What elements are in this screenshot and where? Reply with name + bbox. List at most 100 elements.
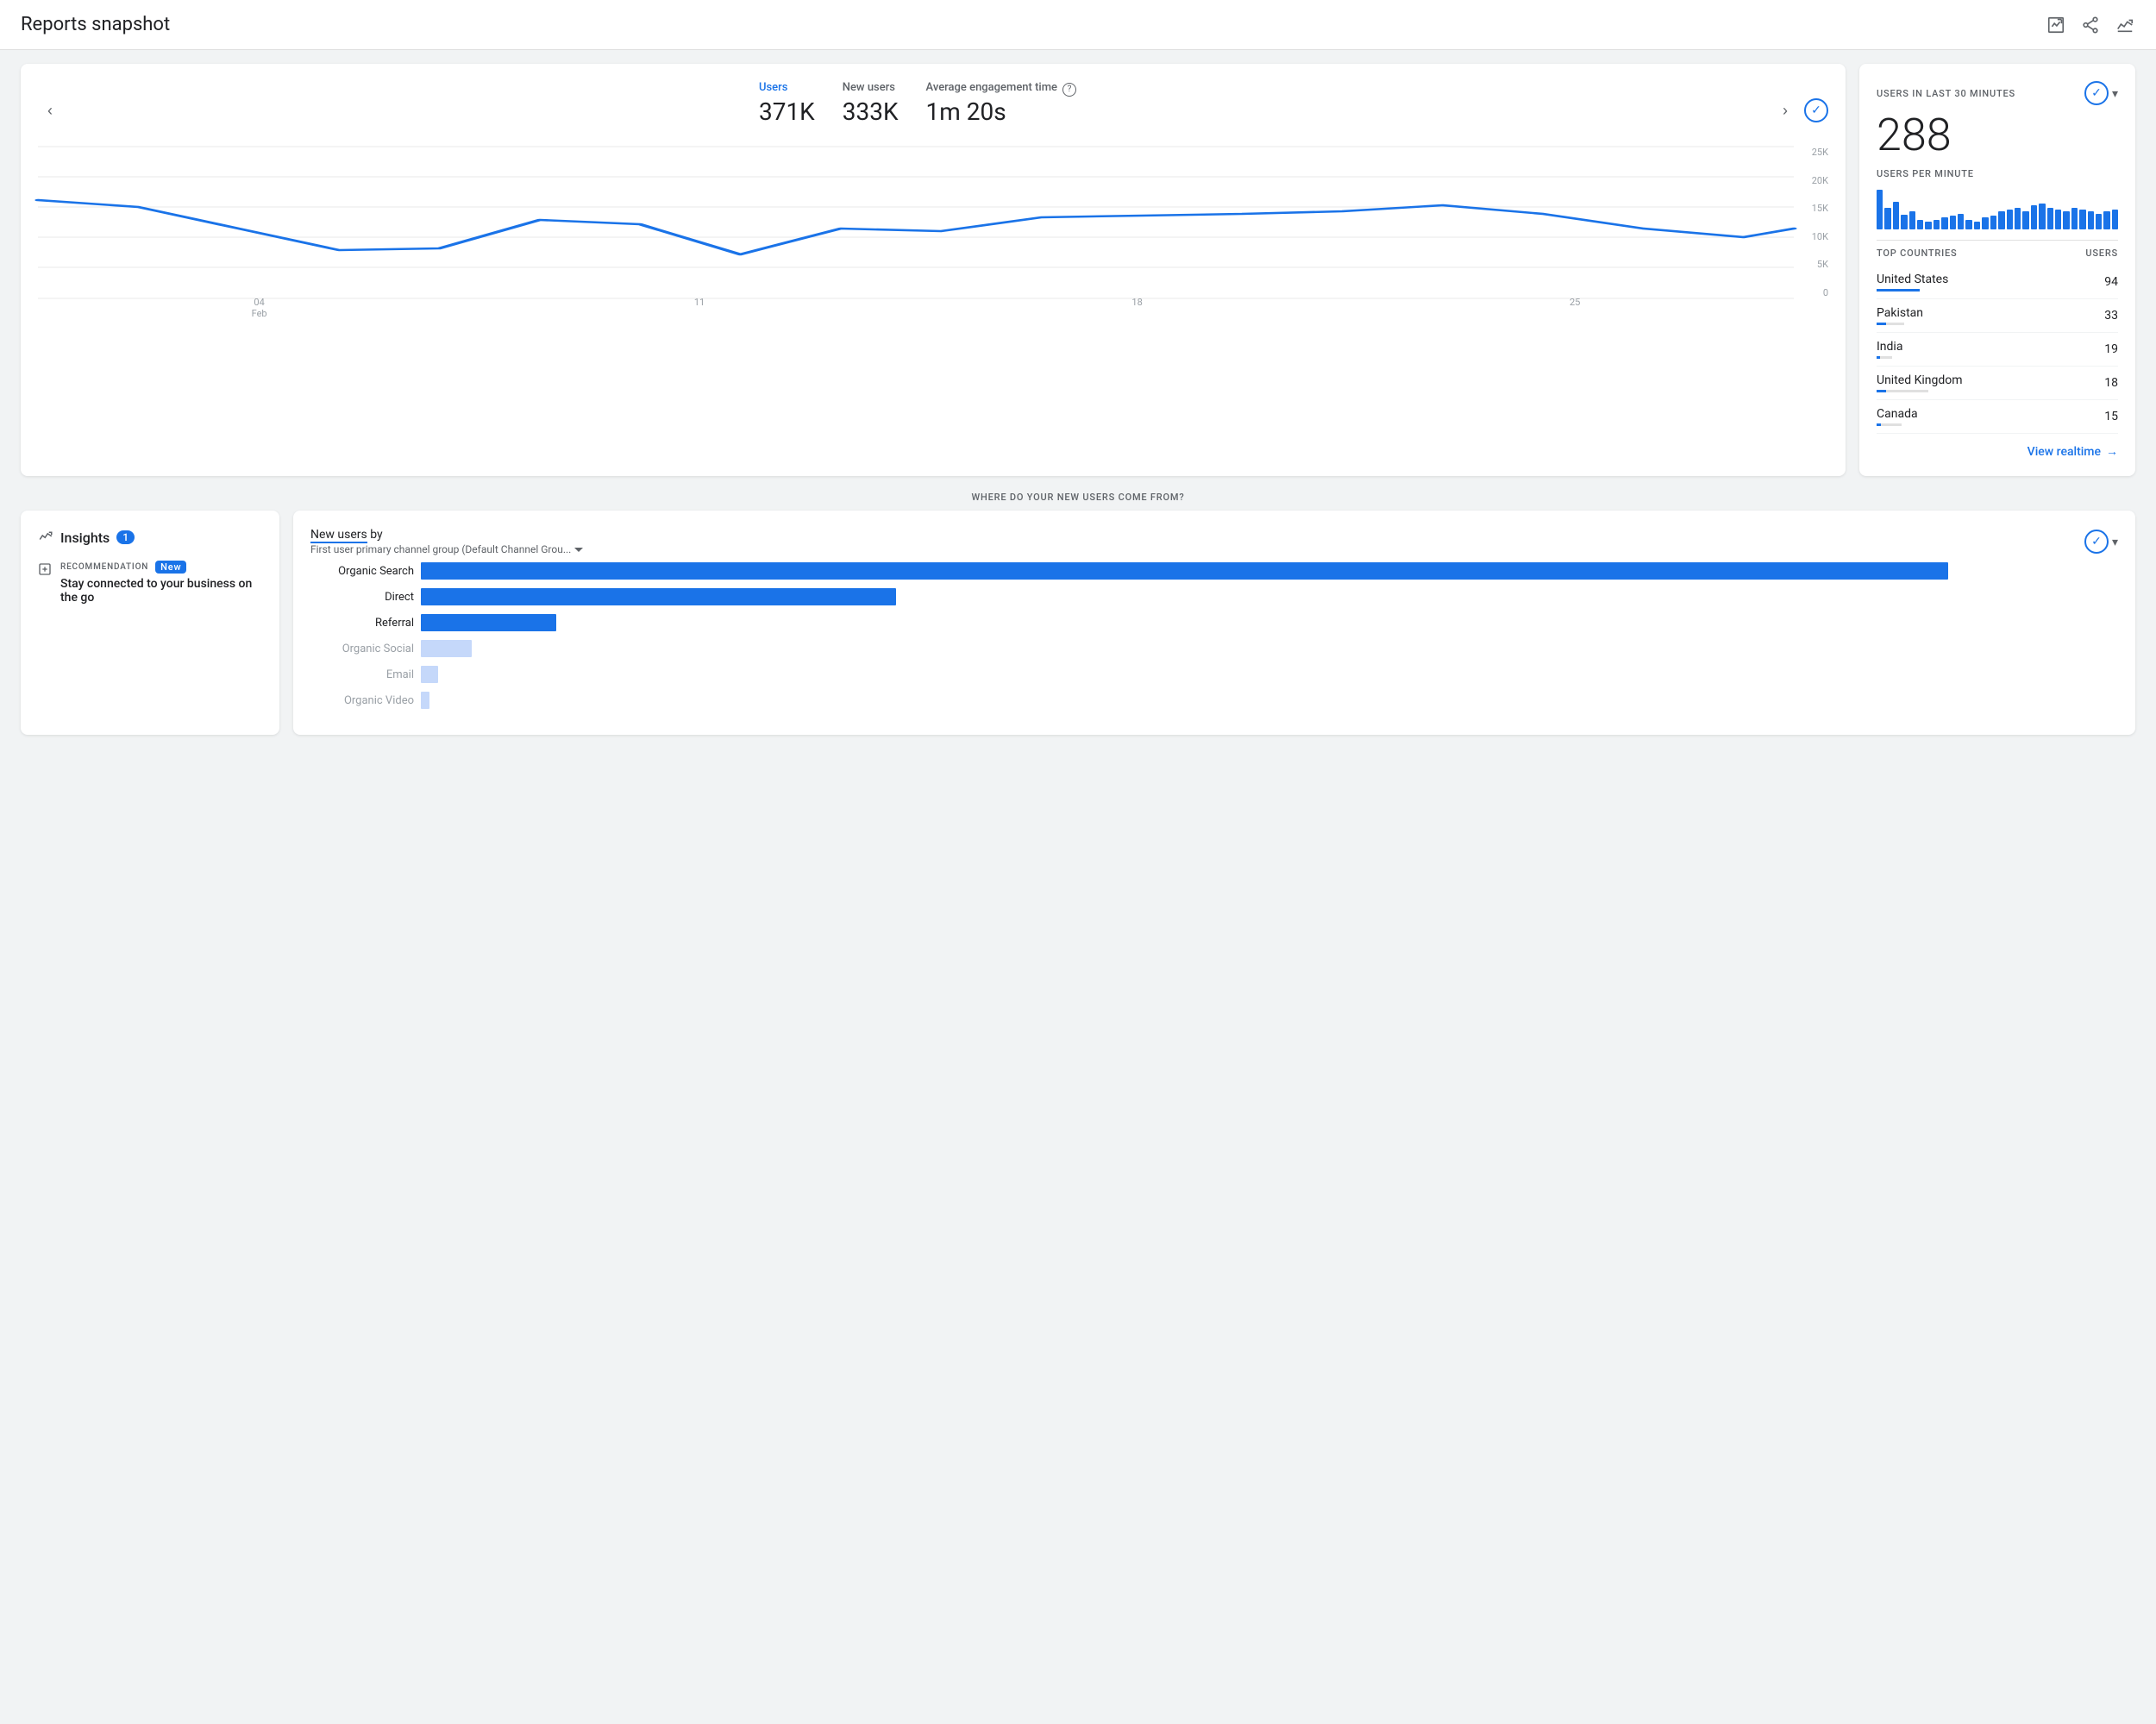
new-users-dropdown-button[interactable]: ▾ [2112,535,2118,549]
country-bar [1877,323,1886,325]
mini-bar-item [1982,217,1988,229]
header-actions [2046,15,2135,35]
new-users-value: 333K [843,97,899,126]
recommendation-row: RECOMMENDATION New Stay connected to you… [38,561,262,605]
country-count: 19 [2104,342,2118,356]
country-bar [1877,423,1881,426]
users-col-label: USERS [2085,248,2118,259]
hbar-label: Organic Search [310,565,414,578]
prev-metric-button[interactable]: ‹ [38,98,62,122]
app-header: Reports snapshot [0,0,2156,50]
mini-bar-item [1893,202,1899,229]
view-realtime-link[interactable]: View realtime → [1877,444,2118,459]
countries-header: TOP COUNTRIES USERS [1877,240,2118,259]
x-axis-labels: 04 Feb 11 18 25 [38,297,1794,319]
mini-bar-item [1974,222,1980,229]
new-users-section-title-row: WHERE DO YOUR NEW USERS COME FROM? [21,490,2135,504]
country-name: Canada [1877,407,1918,426]
hbar-row: Direct [310,588,2118,605]
x-label-04: 04 Feb [252,297,267,319]
engagement-info-icon[interactable]: ? [1062,83,1076,97]
hbar-label: Email [310,668,414,681]
analytics-icon[interactable] [2115,15,2135,35]
country-bar-wrap [1877,390,1928,392]
mini-bar-item [2079,210,2085,229]
country-bar-wrap [1877,323,1904,325]
mini-bar-item [2088,211,2094,229]
top-row: ‹ Users 371K New users 333K Average enga… [21,64,2135,476]
mini-bar-item [2055,210,2061,229]
x-label-18: 18 [1131,297,1142,319]
metric-new-users: New users 333K [843,81,899,126]
y-label-0: 0 [1797,287,1828,298]
mini-bar-item [2096,214,2102,229]
new-users-card: New users by First user primary channel … [293,511,2135,735]
new-badge: New [155,561,186,574]
hbar-track [421,588,2118,605]
metric-check-icon[interactable]: ✓ [1804,98,1828,122]
insights-card: Insights 1 RECOMMENDATION New Stay [21,511,279,735]
next-metric-button[interactable]: › [1773,98,1797,122]
mini-bar-item [2103,211,2109,229]
countries-list: United States 94 Pakistan 33 India [1877,266,2118,434]
mini-bar-item [1901,215,1907,229]
hbar-track [421,692,2118,709]
metric-users: Users 371K [759,81,815,126]
country-bar-wrap [1877,356,1892,359]
hbar-fill [421,588,896,605]
mini-bar-item [2039,204,2045,229]
hbar-track [421,562,2118,580]
country-row: United States 94 [1877,266,2118,299]
realtime-dropdown-button[interactable]: ▾ [2112,86,2118,101]
hbar-row: Organic Search [310,562,2118,580]
subtitle-dropdown-icon[interactable] [574,548,583,552]
hbar-fill [421,562,1948,580]
hbar-row: Email [310,666,2118,683]
mini-bar-item [1909,211,1915,229]
country-bar-wrap [1877,289,1920,292]
hbar-fill [421,666,438,683]
mini-bar-item [1884,208,1890,229]
realtime-check-icon[interactable]: ✓ [2084,81,2109,105]
country-bar [1877,356,1880,359]
mini-bar-item [2112,210,2118,229]
realtime-big-number: 288 [1877,109,2118,161]
mini-bar-item [2071,208,2078,229]
line-chart-svg [38,147,1794,298]
insights-title: Insights [60,530,110,546]
mini-bar-item [1925,222,1931,229]
hbar-fill [421,614,556,631]
hbar-row: Referral [310,614,2118,631]
mini-bar-item [1917,220,1923,230]
hbar-track [421,666,2118,683]
country-name: India [1877,340,1902,359]
insights-header: Insights 1 [38,528,262,547]
new-users-check-icon[interactable]: ✓ [2084,530,2109,554]
new-users-subtitle: First user primary channel group (Defaul… [310,543,583,555]
hbar-label: Organic Video [310,694,414,707]
country-row: Pakistan 33 [1877,299,2118,333]
main-chart-card: ‹ Users 371K New users 333K Average enga… [21,64,1846,476]
users-label: Users [759,81,815,94]
y-label-5k: 5K [1797,259,1828,270]
hbar-fill [421,640,472,657]
country-name: United States [1877,273,1948,292]
hbar-track [421,614,2118,631]
edit-chart-icon[interactable] [2046,15,2066,35]
hbar-fill [421,692,429,709]
mini-bar-item [2031,205,2037,229]
page-title: Reports snapshot [21,14,170,35]
mini-bar-chart [1877,186,2118,229]
country-name: United Kingdom [1877,373,1963,392]
y-label-20k: 20K [1797,175,1828,186]
mini-bar-item [1990,216,1996,229]
upm-label: USERS PER MINUTE [1877,168,2118,179]
share-icon[interactable] [2080,15,2101,35]
new-users-section-title: WHERE DO YOUR NEW USERS COME FROM? [972,492,1185,503]
hbar-label: Direct [310,591,414,604]
countries-col-label: TOP COUNTRIES [1877,248,1958,259]
rec-text: Stay connected to your business on the g… [60,577,262,605]
metric-engagement: Average engagement time ? 1m 20s [926,81,1077,126]
mini-bar-item [1998,211,2004,229]
hbar-row: Organic Social [310,640,2118,657]
